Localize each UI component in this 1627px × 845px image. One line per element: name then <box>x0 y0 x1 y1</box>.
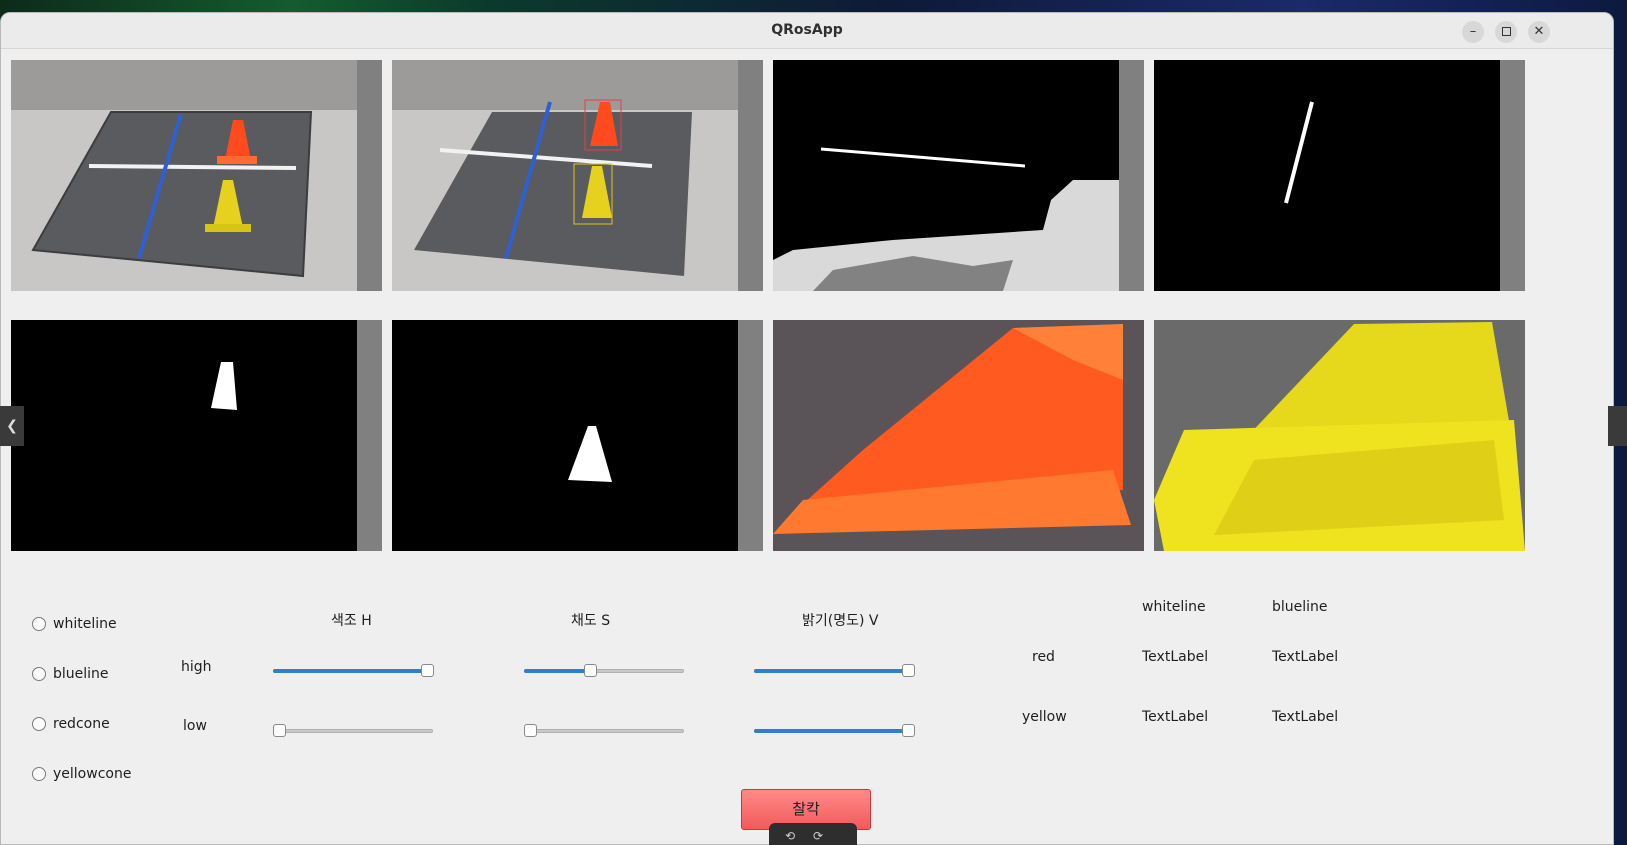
red-whiteline-result: TextLabel <box>1142 649 1209 665</box>
radio-circle[interactable] <box>32 767 46 781</box>
slider-fill <box>754 729 908 733</box>
whiteline-mask-image <box>773 60 1119 291</box>
slider-fill <box>273 669 427 673</box>
slider-handle[interactable] <box>583 664 597 677</box>
hue-high-slider[interactable] <box>273 663 434 679</box>
yellowcone-mask-image <box>392 320 738 551</box>
radio-whiteline[interactable]: whiteline <box>32 614 117 634</box>
radio-blueline[interactable]: blueline <box>32 664 109 684</box>
maximize-button[interactable] <box>1495 21 1517 43</box>
minimize-icon: – <box>1469 24 1477 39</box>
radio-label-blueline: blueline <box>53 666 109 682</box>
slider-handle[interactable] <box>273 724 287 737</box>
yellow-whiteline-result: TextLabel <box>1142 709 1209 725</box>
blueline-mask-view <box>1154 60 1525 291</box>
value-low-slider[interactable] <box>754 723 915 739</box>
hue-low-slider[interactable] <box>273 723 433 739</box>
undo-redo-toolbar[interactable]: ⟲⟳ <box>769 823 857 845</box>
saturation-low-slider[interactable] <box>524 723 684 739</box>
close-icon: ✕ <box>1533 24 1545 39</box>
hue-header: 색조 H <box>331 613 372 629</box>
right-panel-toggle[interactable] <box>1608 406 1627 446</box>
slider-fill <box>524 669 590 673</box>
title-bar[interactable]: QRosApp – ✕ <box>1 13 1613 49</box>
radio-circle[interactable] <box>32 717 46 731</box>
slider-fill <box>754 669 908 673</box>
result-col-blueline: blueline <box>1272 599 1328 615</box>
slider-groove <box>273 729 433 733</box>
radio-yellowcone[interactable]: yellowcone <box>32 764 131 784</box>
yellowcone-mask-view <box>392 320 763 551</box>
redcone-mask-image <box>11 320 357 551</box>
left-panel-toggle[interactable]: ❮ <box>0 406 24 446</box>
detection-overlay-view <box>392 60 763 291</box>
radio-label-whiteline: whiteline <box>53 616 117 632</box>
yellowcone-crop-image <box>1154 320 1525 551</box>
slider-handle[interactable] <box>901 724 915 737</box>
value-high-slider[interactable] <box>754 663 915 679</box>
redcone-crop-image <box>773 320 1144 551</box>
radio-redcone[interactable]: redcone <box>32 714 110 734</box>
radio-label-yellowcone: yellowcone <box>53 766 132 782</box>
saturation-header: 채도 S <box>571 613 611 629</box>
slider-handle[interactable] <box>901 664 915 677</box>
yellowcone-crop-view <box>1154 320 1525 551</box>
saturation-high-slider[interactable] <box>524 663 684 679</box>
red-blueline-result: TextLabel <box>1272 649 1339 665</box>
window-title: QRosApp <box>771 22 843 38</box>
redcone-crop-view <box>773 320 1144 551</box>
blueline-mask-image <box>1154 60 1500 291</box>
result-col-whiteline: whiteline <box>1142 599 1206 615</box>
app-window: QRosApp – ✕ whiteline blueline redcone y… <box>0 12 1614 845</box>
result-row-red: red <box>1032 649 1055 665</box>
radio-circle[interactable] <box>32 617 46 631</box>
high-label: high <box>181 659 212 675</box>
slider-handle[interactable] <box>524 724 538 737</box>
maximize-icon <box>1501 27 1511 36</box>
camera-frame-image <box>11 60 357 291</box>
low-label: low <box>183 718 207 734</box>
detection-frame-image <box>392 60 738 291</box>
original-camera-view <box>11 60 382 291</box>
radio-label-redcone: redcone <box>53 716 110 732</box>
slider-groove <box>524 729 684 733</box>
yellow-blueline-result: TextLabel <box>1272 709 1339 725</box>
whiteline-mask-view <box>773 60 1144 291</box>
value-header: 밝기(명도) V <box>802 613 879 629</box>
redcone-mask-view <box>11 320 382 551</box>
close-button[interactable]: ✕ <box>1528 21 1550 43</box>
minimize-button[interactable]: – <box>1462 21 1484 43</box>
result-row-yellow: yellow <box>1022 709 1067 725</box>
slider-handle[interactable] <box>420 664 434 677</box>
radio-circle[interactable] <box>32 667 46 681</box>
